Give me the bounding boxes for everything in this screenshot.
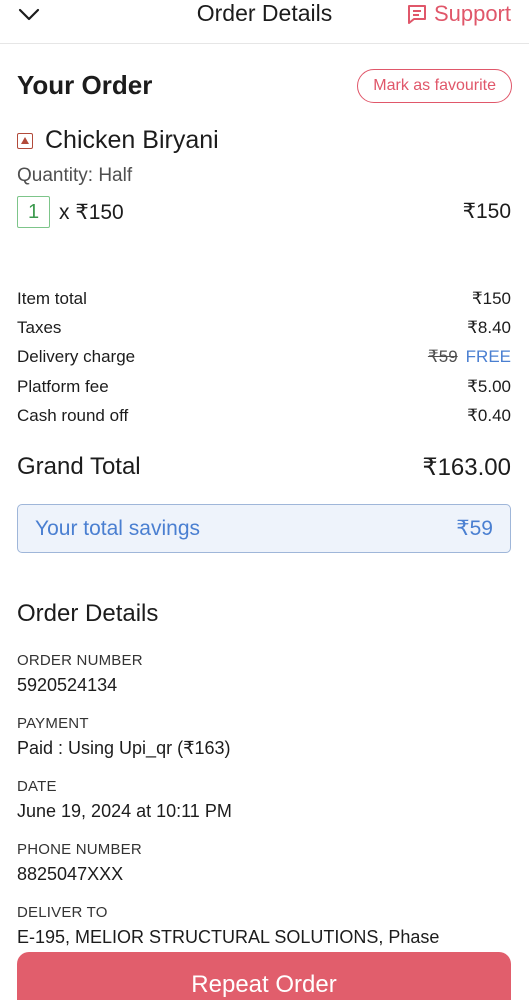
grand-total-label: Grand Total — [17, 453, 141, 480]
payment-field: PAYMENT Paid : Using Upi_qr (₹163) — [17, 715, 511, 759]
field-label: PHONE NUMBER — [17, 841, 142, 858]
field-label: DELIVER TO — [17, 904, 108, 921]
bill-label: Item total — [17, 288, 87, 308]
savings-banner: Your total savings ₹59 — [17, 504, 511, 553]
bill-value: ₹5.00 — [467, 376, 511, 396]
chat-icon — [406, 3, 428, 25]
deliver-to-field: DELIVER TO E-195, MELIOR STRUCTURAL SOLU… — [17, 904, 511, 948]
order-item: Chicken Biryani — [17, 126, 219, 155]
order-number-field: ORDER NUMBER 5920524134 — [17, 652, 511, 696]
bill-row-delivery: Delivery charge ₹59 FREE — [17, 343, 511, 372]
grand-total-row: Grand Total ₹163.00 — [17, 453, 511, 482]
bill-summary: Item total ₹150 Taxes ₹8.40 Delivery cha… — [17, 284, 511, 430]
item-quantity: Quantity: Half — [17, 165, 133, 186]
date-field: DATE June 19, 2024 at 10:11 PM — [17, 778, 511, 822]
savings-value: ₹59 — [456, 517, 493, 540]
bill-value: ₹8.40 — [467, 317, 511, 337]
bill-value: ₹150 — [471, 288, 511, 308]
mark-favourite-button[interactable]: Mark as favourite — [357, 69, 512, 103]
item-qty-line: 1 x ₹150 — [17, 196, 124, 228]
order-details-heading: Order Details — [17, 600, 159, 627]
repeat-order-label: Repeat Order — [191, 971, 337, 998]
field-value: June 19, 2024 at 10:11 PM — [17, 801, 232, 821]
support-button[interactable]: Support — [406, 0, 511, 28]
bill-label: Cash round off — [17, 405, 129, 425]
item-line-total: ₹150 — [462, 200, 511, 223]
bill-value: ₹0.40 — [467, 405, 511, 425]
field-value: E-195, MELIOR STRUCTURAL SOLUTIONS, Phas… — [17, 927, 440, 947]
bill-label: Delivery charge — [17, 347, 136, 367]
phone-number-field: PHONE NUMBER 8825047XXX — [17, 841, 511, 885]
field-value: Paid : Using Upi_qr (₹163) — [17, 738, 231, 758]
savings-label: Your total savings — [35, 516, 200, 540]
bill-label: Taxes — [17, 317, 62, 337]
non-veg-icon — [17, 132, 33, 149]
bill-row-taxes: Taxes ₹8.40 — [17, 313, 511, 342]
field-value: 5920524134 — [17, 675, 118, 695]
bill-label: Platform fee — [17, 376, 109, 396]
support-label: Support — [433, 1, 511, 26]
repeat-order-button[interactable]: Repeat Order — [17, 952, 511, 1000]
top-app-bar: Order Details Support — [0, 0, 529, 44]
delivery-original-price: ₹59 — [427, 347, 458, 367]
your-order-heading: Your Order — [17, 70, 153, 100]
unit-price: x ₹150 — [59, 200, 124, 224]
field-value: 8825047XXX — [17, 864, 124, 884]
item-name: Chicken Biryani — [45, 126, 219, 154]
field-label: PAYMENT — [17, 715, 89, 732]
bill-row-round-off: Cash round off ₹0.40 — [17, 401, 511, 430]
delivery-free-badge: FREE — [465, 347, 511, 367]
bill-row-platform-fee: Platform fee ₹5.00 — [17, 372, 511, 401]
qty-badge: 1 — [17, 196, 50, 228]
grand-total-value: ₹163.00 — [422, 454, 511, 481]
field-label: DATE — [17, 778, 57, 795]
bill-row-item-total: Item total ₹150 — [17, 284, 511, 313]
field-label: ORDER NUMBER — [17, 652, 143, 669]
